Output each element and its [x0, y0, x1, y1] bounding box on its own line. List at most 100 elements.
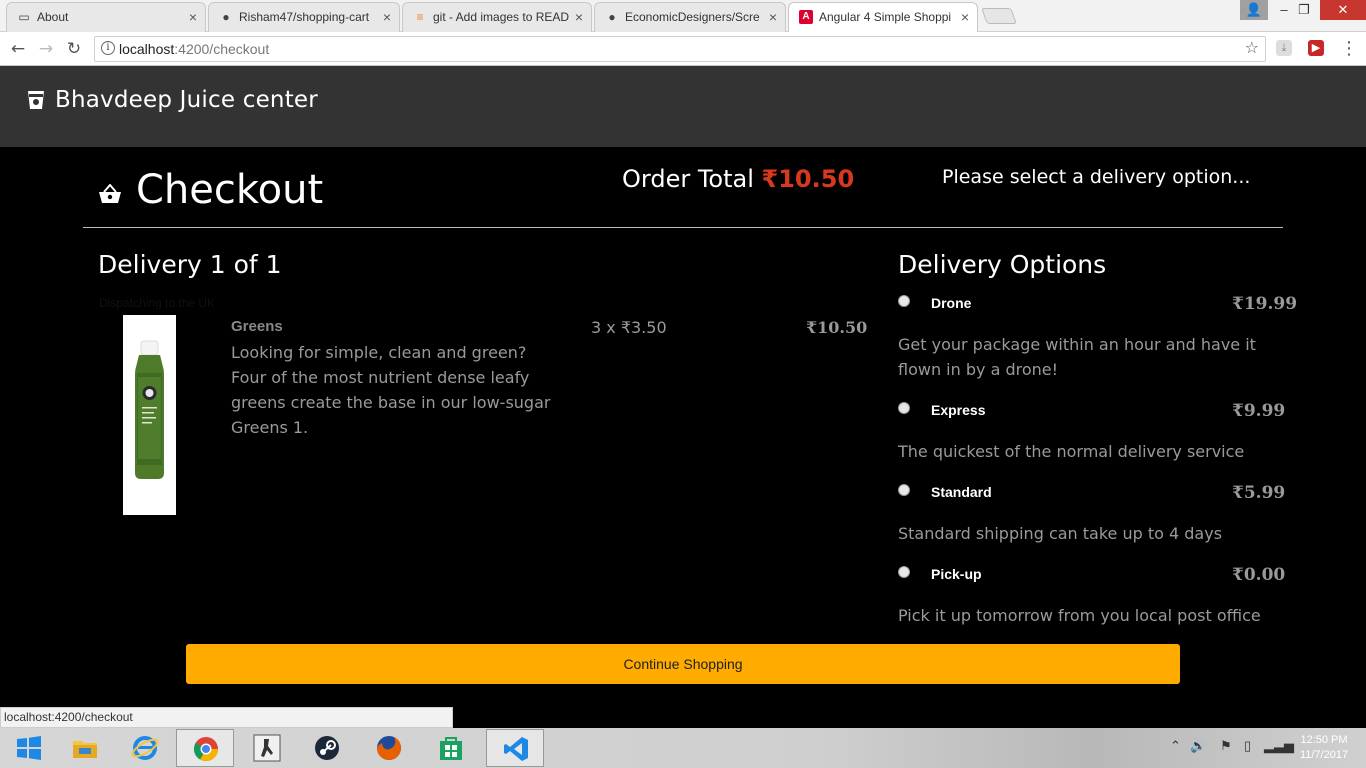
angular-icon: A	[799, 10, 813, 24]
new-tab-button[interactable]	[981, 8, 1017, 24]
product-image	[123, 315, 176, 515]
taskbar-clock[interactable]: 12:50 PM 11/7/2017	[1296, 733, 1352, 763]
github-icon: ●	[608, 10, 616, 24]
option-name-pick-up[interactable]: Pick-up	[931, 566, 982, 582]
battery-icon[interactable]: ▯	[1244, 738, 1251, 754]
volume-icon[interactable]: 🔊	[1190, 738, 1206, 754]
close-icon[interactable]: ×	[575, 3, 583, 31]
tab-title: git - Add images to READ	[433, 10, 570, 24]
tab-title: EconomicDesigners/Scre	[625, 10, 760, 24]
brand-name[interactable]: Bhavdeep Juice center	[55, 87, 318, 113]
taskbar-visual-studio-code[interactable]	[486, 729, 544, 767]
radio-standard[interactable]	[898, 484, 910, 496]
delivery-options-heading: Delivery Options	[898, 250, 1107, 279]
cup-icon	[28, 91, 44, 109]
profile-icon[interactable]: 👤	[1240, 0, 1268, 20]
option-price-drone: ₹19.99	[1232, 294, 1298, 314]
taskbar-counter-strike[interactable]	[238, 729, 296, 767]
pdf-extension-icon[interactable]: ⤓	[1276, 40, 1292, 56]
option-description-standard: Standard shipping can take up to 4 days	[898, 524, 1223, 543]
firefox-icon	[377, 736, 402, 760]
page-title: Checkout	[136, 167, 324, 213]
header-divider	[83, 227, 1283, 228]
order-total-label: Order Total	[622, 165, 754, 193]
close-icon[interactable]: ×	[961, 3, 969, 31]
option-name-drone[interactable]: Drone	[931, 295, 971, 311]
delivery-heading: Delivery 1 of 1	[98, 250, 282, 279]
dispatch-note: Dispatching to the UK	[99, 296, 216, 310]
product-line-total: ₹10.50	[806, 318, 868, 337]
info-icon[interactable]: i	[101, 41, 115, 55]
browser-tab-github-shopping-cart[interactable]: ● Risham47/shopping-cart ×	[208, 2, 400, 32]
tab-title: Risham47/shopping-cart	[239, 10, 370, 24]
browser-tab-strip: ▭ About × ● Risham47/shopping-cart × ≡ g…	[0, 0, 1366, 32]
order-total: Order Total ₹10.50	[622, 165, 854, 193]
notification-icon[interactable]: ⚑	[1220, 738, 1232, 754]
browser-tab-economic-designers[interactable]: ● EconomicDesigners/Scre ×	[594, 2, 786, 32]
option-description-drone: Get your package within an hour and have…	[898, 335, 1256, 379]
browser-tab-about[interactable]: ▭ About ×	[6, 2, 206, 32]
counter-strike-icon	[253, 734, 281, 762]
window-close-button[interactable]: ✕	[1320, 0, 1366, 20]
internet-explorer-icon	[131, 736, 159, 760]
reload-icon[interactable]: ↻	[62, 37, 86, 61]
close-icon[interactable]: ×	[383, 3, 391, 31]
windows-logo-icon	[17, 736, 41, 760]
clock-date: 11/7/2017	[1299, 749, 1349, 761]
close-icon[interactable]: ×	[769, 3, 777, 31]
radio-express[interactable]	[898, 402, 910, 414]
bookmark-star-icon[interactable]: ☆	[1245, 38, 1259, 57]
url-text: localhost:4200/checkout	[119, 41, 269, 57]
option-name-express[interactable]: Express	[931, 402, 985, 418]
taskbar-chrome[interactable]	[176, 729, 234, 767]
url-path: :4200/checkout	[174, 41, 270, 57]
address-bar[interactable]: i localhost:4200/checkout ☆	[94, 36, 1266, 62]
option-name-standard[interactable]: Standard	[931, 484, 992, 500]
product-quantity-price: 3 x ₹3.50	[591, 318, 667, 337]
tab-title: Angular 4 Simple Shoppi	[819, 10, 952, 24]
github-icon: ●	[222, 10, 230, 24]
clock-time: 12:50 PM	[1300, 734, 1348, 746]
url-host: localhost	[119, 41, 175, 57]
option-price-express: ₹9.99	[1232, 401, 1286, 421]
taskbar-store[interactable]	[422, 729, 480, 767]
basket-icon	[99, 184, 121, 203]
close-icon[interactable]: ×	[189, 3, 197, 31]
option-description-express: The quickest of the normal delivery serv…	[898, 442, 1245, 461]
vscode-icon	[504, 737, 528, 761]
folder-icon	[73, 741, 97, 758]
taskbar-internet-explorer[interactable]	[116, 729, 174, 767]
option-price-pick-up: ₹0.00	[1232, 565, 1286, 585]
product-name: Greens	[231, 318, 283, 335]
product-description: Looking for simple, clean and green? Fou…	[231, 343, 551, 437]
stackoverflow-icon: ≡	[416, 10, 424, 24]
tray-chevron-icon[interactable]: ⌃	[1170, 738, 1181, 754]
maximize-button[interactable]: ❐	[1290, 0, 1318, 20]
store-icon	[440, 737, 462, 760]
option-price-standard: ₹5.99	[1232, 483, 1286, 503]
option-description-pick-up: Pick it up tomorrow from you local post …	[898, 606, 1261, 625]
browser-toolbar: ← → ↻ i localhost:4200/checkout ☆ ⤓ ▶ ⋮	[0, 32, 1366, 66]
extension-icon[interactable]: ▶	[1308, 40, 1324, 56]
steam-icon	[315, 736, 339, 760]
link-status-bar: localhost:4200/checkout	[0, 707, 453, 728]
taskbar-file-explorer[interactable]	[56, 729, 114, 767]
back-arrow-icon[interactable]: ←	[6, 37, 30, 61]
order-total-value: ₹10.50	[761, 165, 855, 193]
page-icon: ▭	[18, 10, 30, 24]
chrome-icon	[193, 737, 218, 762]
radio-drone[interactable]	[898, 295, 910, 307]
forward-arrow-icon[interactable]: →	[34, 37, 58, 61]
continue-shopping-button[interactable]: Continue Shopping	[186, 644, 1180, 684]
signal-icon[interactable]: ▂▃▅	[1264, 738, 1294, 754]
juice-bottle-image	[123, 315, 176, 515]
browser-tab-angular-shop[interactable]: A Angular 4 Simple Shoppi ×	[788, 2, 978, 32]
browser-menu-icon[interactable]: ⋮	[1340, 37, 1358, 61]
tab-title: About	[37, 10, 69, 24]
radio-pick-up[interactable]	[898, 566, 910, 578]
taskbar-firefox[interactable]	[360, 729, 418, 767]
taskbar-steam[interactable]	[298, 729, 356, 767]
windows-start-button[interactable]	[0, 729, 58, 767]
delivery-prompt: Please select a delivery option...	[942, 166, 1251, 188]
browser-tab-git-images[interactable]: ≡ git - Add images to READ ×	[402, 2, 592, 32]
